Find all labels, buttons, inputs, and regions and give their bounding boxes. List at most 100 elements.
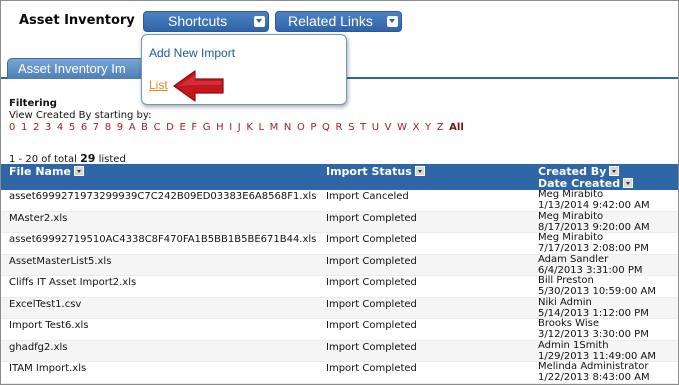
sort-icon[interactable] bbox=[73, 166, 84, 176]
filter-letter-l[interactable]: L bbox=[258, 122, 264, 133]
import-status-cell: Import Completed bbox=[326, 212, 417, 224]
column-import-status[interactable]: Import Status bbox=[326, 165, 425, 178]
table-header: File Name Import Status Created By Date … bbox=[1, 164, 678, 190]
filter-letter-e[interactable]: E bbox=[179, 122, 185, 133]
import-status-cell: Import Canceled bbox=[326, 191, 409, 202]
column-file-name-label: File Name bbox=[9, 165, 71, 178]
import-status-cell: Import Completed bbox=[326, 298, 417, 310]
view-created-label: View Created By starting by: bbox=[9, 110, 152, 121]
filtering-title: Filtering bbox=[9, 98, 57, 109]
created-by-cell: Meg Mirabito bbox=[538, 232, 604, 243]
file-name-cell: Import Test6.xls bbox=[9, 320, 89, 331]
date-created-cell: 1/29/2013 11:49:00 AM bbox=[538, 350, 657, 362]
date-created-cell: 7/17/2013 2:08:00 PM bbox=[538, 243, 649, 254]
table-row[interactable]: Cliffs IT Asset Import2.xls Import Comple… bbox=[1, 275, 678, 298]
filter-letter-all[interactable]: All bbox=[449, 122, 464, 133]
filter-letter-1[interactable]: 1 bbox=[21, 122, 27, 133]
filter-letter-x[interactable]: X bbox=[413, 122, 420, 133]
date-created-cell: 1/22/2013 8:43:00 AM bbox=[538, 372, 650, 383]
file-name-cell: AssetMasterList5.xls bbox=[9, 255, 112, 267]
date-created-cell: 8/17/2013 9:20:00 AM bbox=[538, 221, 650, 233]
filter-letter-y[interactable]: Y bbox=[425, 122, 431, 133]
created-by-cell: Melinda Administrator bbox=[538, 361, 649, 372]
table-body: asset6999271973299939C7C242B09ED03383E6A… bbox=[1, 189, 678, 384]
shortcuts-button[interactable]: Shortcuts bbox=[143, 11, 269, 32]
column-import-status-label: Import Status bbox=[326, 165, 412, 178]
filter-letter-7[interactable]: 7 bbox=[93, 122, 99, 133]
table-row[interactable]: MAster2.xls Import Completed Meg Mirabito 8… bbox=[1, 210, 678, 233]
sort-icon[interactable] bbox=[414, 166, 425, 176]
menu-item-list[interactable]: List bbox=[149, 78, 168, 92]
import-status-cell: Import Completed bbox=[326, 234, 417, 245]
created-by-cell: Meg Mirabito bbox=[538, 210, 604, 222]
import-status-cell: Import Completed bbox=[326, 341, 417, 353]
table-row[interactable]: ExcelTest1.csv Import Completed Niki Admin… bbox=[1, 297, 678, 319]
filter-letter-b[interactable]: B bbox=[141, 122, 148, 133]
app-title: Asset Inventory bbox=[19, 13, 135, 28]
sort-icon[interactable] bbox=[609, 166, 620, 176]
import-status-cell: Import Completed bbox=[326, 277, 417, 288]
table-row[interactable]: Import Test6.xls Import Completed Brooks W… bbox=[1, 318, 678, 341]
filter-letter-k[interactable]: K bbox=[246, 122, 253, 133]
filter-letter-9[interactable]: 9 bbox=[117, 122, 123, 133]
filter-letter-a[interactable]: A bbox=[129, 122, 136, 133]
import-status-cell: Import Completed bbox=[326, 320, 417, 331]
related-links-label: Related Links bbox=[288, 13, 373, 29]
filter-letter-j[interactable]: J bbox=[238, 122, 241, 133]
filter-letter-8[interactable]: 8 bbox=[105, 122, 111, 133]
created-by-cell: Bill Preston bbox=[538, 275, 594, 286]
table-row[interactable]: ITAM Import.xls Import Completed Melinda A… bbox=[1, 361, 678, 384]
filter-letter-u[interactable]: U bbox=[372, 122, 379, 133]
table-row[interactable]: asset6999271973299939C7C242B09ED03383E6A… bbox=[1, 189, 678, 212]
filter-letter-d[interactable]: D bbox=[166, 122, 174, 133]
filter-letter-5[interactable]: 5 bbox=[69, 122, 75, 133]
filter-letter-g[interactable]: G bbox=[203, 122, 211, 133]
filter-letter-n[interactable]: N bbox=[284, 122, 291, 133]
filter-letter-3[interactable]: 3 bbox=[45, 122, 51, 133]
table-row[interactable]: asset69992719510AC4338C8F470FA1B5BB1B5BE… bbox=[1, 232, 678, 255]
column-file-name[interactable]: File Name bbox=[9, 165, 84, 178]
filter-letter-q[interactable]: Q bbox=[322, 122, 330, 133]
filter-letter-4[interactable]: 4 bbox=[57, 122, 63, 133]
filter-letter-w[interactable]: W bbox=[397, 122, 407, 133]
sort-icon[interactable] bbox=[623, 178, 634, 188]
filter-letter-o[interactable]: O bbox=[297, 122, 305, 133]
file-name-cell: asset69992719510AC4338C8F470FA1B5BB1B5BE… bbox=[9, 234, 317, 245]
table-row[interactable]: AssetMasterList5.xls Import Completed Adam… bbox=[1, 253, 678, 276]
date-created-cell: 1/13/2014 9:42:00 AM bbox=[538, 200, 650, 211]
filter-letter-0[interactable]: 0 bbox=[9, 122, 15, 133]
filter-letter-s[interactable]: S bbox=[348, 122, 354, 133]
filter-letter-p[interactable]: P bbox=[310, 122, 316, 133]
filter-letter-m[interactable]: M bbox=[270, 122, 279, 133]
import-status-cell: Import Completed bbox=[326, 255, 417, 267]
shortcuts-label: Shortcuts bbox=[168, 13, 228, 29]
filter-letter-f[interactable]: F bbox=[191, 122, 197, 133]
date-created-cell: 5/30/2013 10:59:00 AM bbox=[538, 286, 657, 297]
file-name-cell: asset6999271973299939C7C242B09ED03383E6A… bbox=[9, 191, 317, 202]
chevron-down-icon bbox=[387, 16, 398, 27]
file-name-cell: MAster2.xls bbox=[9, 212, 68, 224]
filter-letter-6[interactable]: 6 bbox=[81, 122, 87, 133]
filter-letter-r[interactable]: R bbox=[336, 122, 343, 133]
filter-letter-z[interactable]: Z bbox=[437, 122, 444, 133]
import-status-cell: Import Completed bbox=[326, 363, 417, 374]
menu-item-add-new-import[interactable]: Add New Import bbox=[149, 46, 235, 60]
date-created-cell: 5/14/2013 1:12:00 PM bbox=[538, 307, 649, 319]
filter-letter-v[interactable]: V bbox=[385, 122, 392, 133]
created-by-cell: Brooks Wise bbox=[538, 318, 599, 329]
table-row[interactable]: ghadfg2.xls Import Completed Admin 1Smith 1… bbox=[1, 339, 678, 362]
filter-letter-h[interactable]: H bbox=[216, 122, 224, 133]
letter-filter: 0 1 2 3 4 5 6 7 8 9 A B C D E F G H I J K L M N O P Q R S T U V W X Y Z All bbox=[9, 122, 469, 133]
filter-letter-t[interactable]: T bbox=[360, 122, 366, 133]
created-by-cell: Admin 1Smith bbox=[538, 339, 609, 351]
created-by-cell: Adam Sandler bbox=[538, 253, 609, 265]
filter-letter-c[interactable]: C bbox=[154, 122, 161, 133]
file-name-cell: ghadfg2.xls bbox=[9, 341, 68, 353]
app-frame: Asset Inventory Shortcuts Related Links … bbox=[0, 0, 679, 385]
filter-letter-2[interactable]: 2 bbox=[33, 122, 39, 133]
file-name-cell: Cliffs IT Asset Import2.xls bbox=[9, 277, 137, 288]
related-links-button[interactable]: Related Links bbox=[275, 11, 402, 32]
created-by-cell: Meg Mirabito bbox=[538, 189, 604, 200]
file-name-cell: ExcelTest1.csv bbox=[9, 298, 82, 310]
filter-letter-i[interactable]: I bbox=[229, 122, 232, 133]
